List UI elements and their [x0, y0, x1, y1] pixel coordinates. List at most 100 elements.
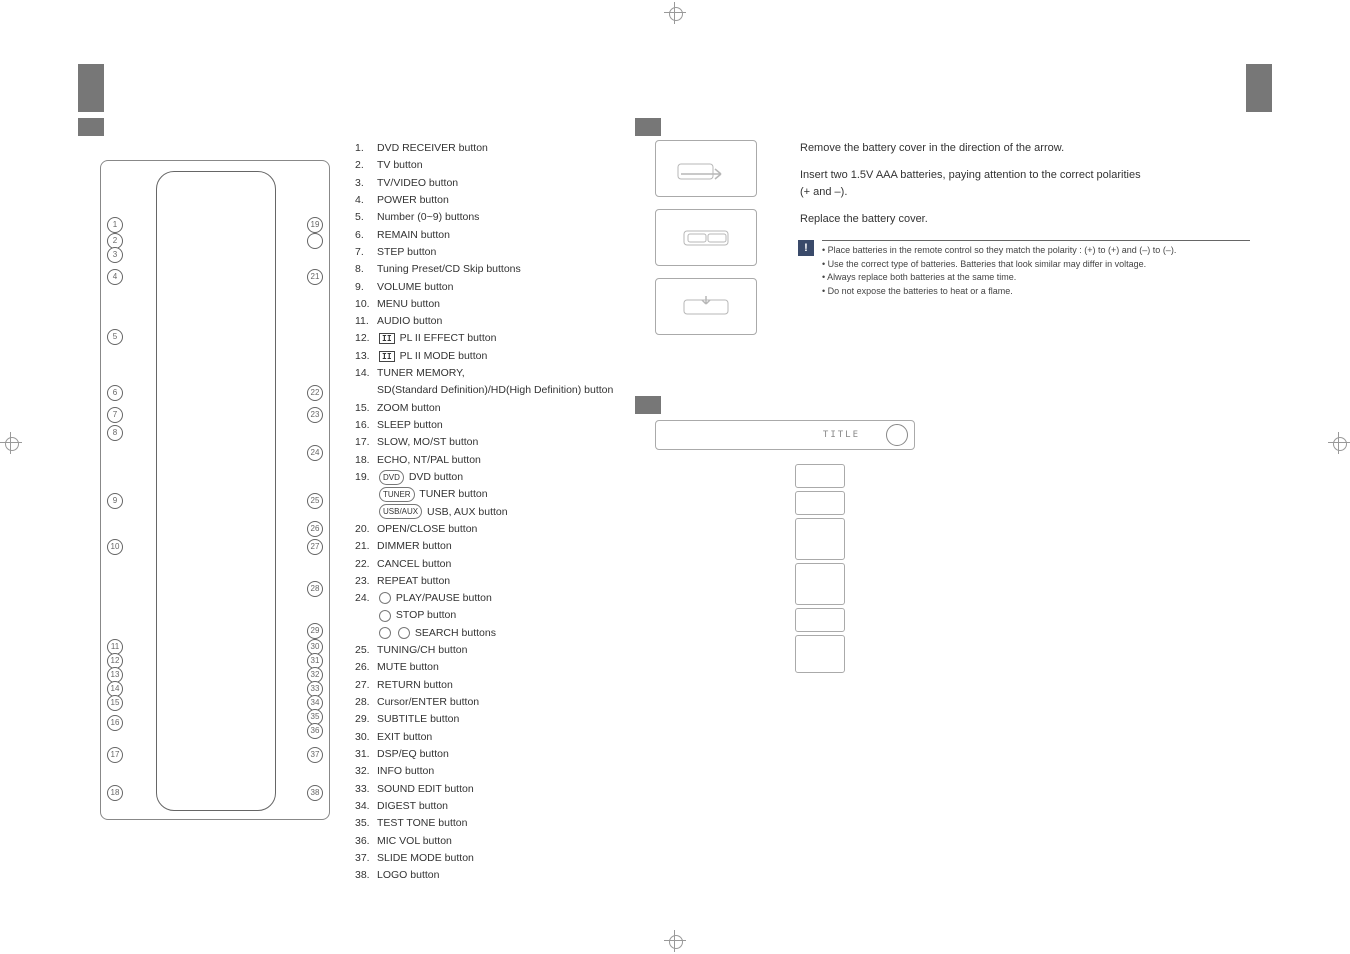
callout-21: 21 — [307, 269, 323, 285]
page-tab-right-1 — [1246, 64, 1272, 112]
list-item: STOP button — [355, 607, 615, 624]
callout-6: 6 — [107, 385, 123, 401]
list-item: 30.EXIT button — [355, 729, 615, 746]
list-item: 37.SLIDE MODE button — [355, 850, 615, 867]
callout-7: 7 — [107, 407, 123, 423]
list-item: 12.II PL II EFFECT button — [355, 330, 615, 347]
callout-37: 37 — [307, 747, 323, 763]
speaker-3 — [795, 518, 845, 560]
instr-line-3: Replace the battery cover. — [800, 211, 1250, 228]
list-item: 9.VOLUME button — [355, 279, 615, 296]
caution-icon: ! — [798, 240, 814, 256]
list-item: 19.DVD DVD button — [355, 469, 615, 486]
list-item: 33.SOUND EDIT button — [355, 781, 615, 798]
battery-insert-illustration — [655, 209, 757, 266]
instr-line-1: Remove the battery cover in the directio… — [800, 140, 1250, 157]
callout-36: 36 — [307, 723, 323, 739]
list-item: 2.TV button — [355, 157, 615, 174]
list-item: 23.REPEAT button — [355, 573, 615, 590]
callout-24: 24 — [307, 445, 323, 461]
list-item: 38.LOGO button — [355, 867, 615, 884]
caution-bullet: Use the correct type of batteries. Batte… — [822, 258, 1250, 272]
list-item: 5.Number (0~9) buttons — [355, 209, 615, 226]
list-item: 21.DIMMER button — [355, 538, 615, 555]
list-item: 10.MENU button — [355, 296, 615, 313]
callout-27: 27 — [307, 539, 323, 555]
subwoofer — [795, 635, 845, 673]
list-item: SEARCH buttons — [355, 625, 615, 642]
callout-9: 9 — [107, 493, 123, 509]
list-item: 3.TV/VIDEO button — [355, 175, 615, 192]
speaker-4 — [795, 563, 845, 605]
callout-29: 29 — [307, 623, 323, 639]
list-item: 27.RETURN button — [355, 677, 615, 694]
callout-18: 18 — [107, 785, 123, 801]
list-item: 4.POWER button — [355, 192, 615, 209]
callout-16: 16 — [107, 715, 123, 731]
cover-icon — [676, 292, 736, 322]
callout-15: 15 — [107, 695, 123, 711]
caution-block: ! Place batteries in the remote control … — [800, 240, 1250, 298]
device-knob — [886, 424, 908, 446]
list-item: 20.OPEN/CLOSE button — [355, 521, 615, 538]
callout-38: 38 — [307, 785, 323, 801]
list-item: 35.TEST TONE button — [355, 815, 615, 832]
battery-cover-remove-illustration — [655, 140, 757, 197]
battery-cover-replace-illustration — [655, 278, 757, 335]
callout-22: 22 — [307, 385, 323, 401]
device-illustration: TITLE — [655, 420, 1055, 760]
list-item: 24. PLAY/PAUSE button — [355, 590, 615, 607]
list-item: 15.ZOOM button — [355, 400, 615, 417]
callout-10: 10 — [107, 539, 123, 555]
list-item: TUNER TUNER button — [355, 486, 615, 503]
speaker-5 — [795, 608, 845, 632]
page-tab-left-1 — [78, 64, 104, 112]
list-item: 32.INFO button — [355, 763, 615, 780]
callout-5: 5 — [107, 329, 123, 345]
list-item: USB/AUX USB, AUX button — [355, 504, 615, 521]
list-item: 13.II PL II MODE button — [355, 348, 615, 365]
list-item: 34.DIGEST button — [355, 798, 615, 815]
list-item: 18.ECHO, NT/PAL button — [355, 452, 615, 469]
callout-20 — [307, 233, 323, 249]
list-item: SD(Standard Definition)/HD(High Definiti… — [355, 382, 615, 399]
speaker-stack — [795, 464, 845, 673]
registration-mark-top — [664, 2, 686, 24]
list-item: 25.TUNING/CH button — [355, 642, 615, 659]
list-item: 28.Cursor/ENTER button — [355, 694, 615, 711]
list-item: 17.SLOW, MO/ST button — [355, 434, 615, 451]
battery-instruction-text: Remove the battery cover in the directio… — [800, 140, 1250, 238]
list-item: 8.Tuning Preset/CD Skip buttons — [355, 261, 615, 278]
caution-bullet: Always replace both batteries at the sam… — [822, 271, 1250, 285]
remote-illustration: 1 2 3 4 5 6 7 8 9 10 11 12 13 14 15 16 1… — [100, 160, 330, 820]
caution-bullet-list: Place batteries in the remote control so… — [822, 240, 1250, 298]
callout-8: 8 — [107, 425, 123, 441]
list-item: 29.SUBTITLE button — [355, 711, 615, 728]
list-item: 22.CANCEL button — [355, 556, 615, 573]
registration-mark-left — [0, 432, 22, 454]
callout-17: 17 — [107, 747, 123, 763]
callout-19: 19 — [307, 217, 323, 233]
battery-illustrations — [655, 140, 795, 347]
list-item: 36.MIC VOL button — [355, 833, 615, 850]
list-item: 6.REMAIN button — [355, 227, 615, 244]
callout-25: 25 — [307, 493, 323, 509]
list-item: 7.STEP button — [355, 244, 615, 261]
remote-body — [156, 171, 276, 811]
callout-26: 26 — [307, 521, 323, 537]
caution-bullet: Place batteries in the remote control so… — [822, 244, 1250, 258]
list-item: 11.AUDIO button — [355, 313, 615, 330]
list-item: 16.SLEEP button — [355, 417, 615, 434]
callout-1: 1 — [107, 217, 123, 233]
list-item: 1.DVD RECEIVER button — [355, 140, 615, 157]
callout-4: 4 — [107, 269, 123, 285]
list-item: 26.MUTE button — [355, 659, 615, 676]
page-content: 1 2 3 4 5 6 7 8 9 10 11 12 13 14 15 16 1… — [80, 120, 1270, 860]
list-item: 14.TUNER MEMORY, — [355, 365, 615, 382]
callout-28: 28 — [307, 581, 323, 597]
list-item: 31.DSP/EQ button — [355, 746, 615, 763]
batteries-icon — [676, 223, 736, 253]
caution-bullet: Do not expose the batteries to heat or a… — [822, 285, 1250, 299]
speaker-2 — [795, 491, 845, 515]
callout-23: 23 — [307, 407, 323, 423]
